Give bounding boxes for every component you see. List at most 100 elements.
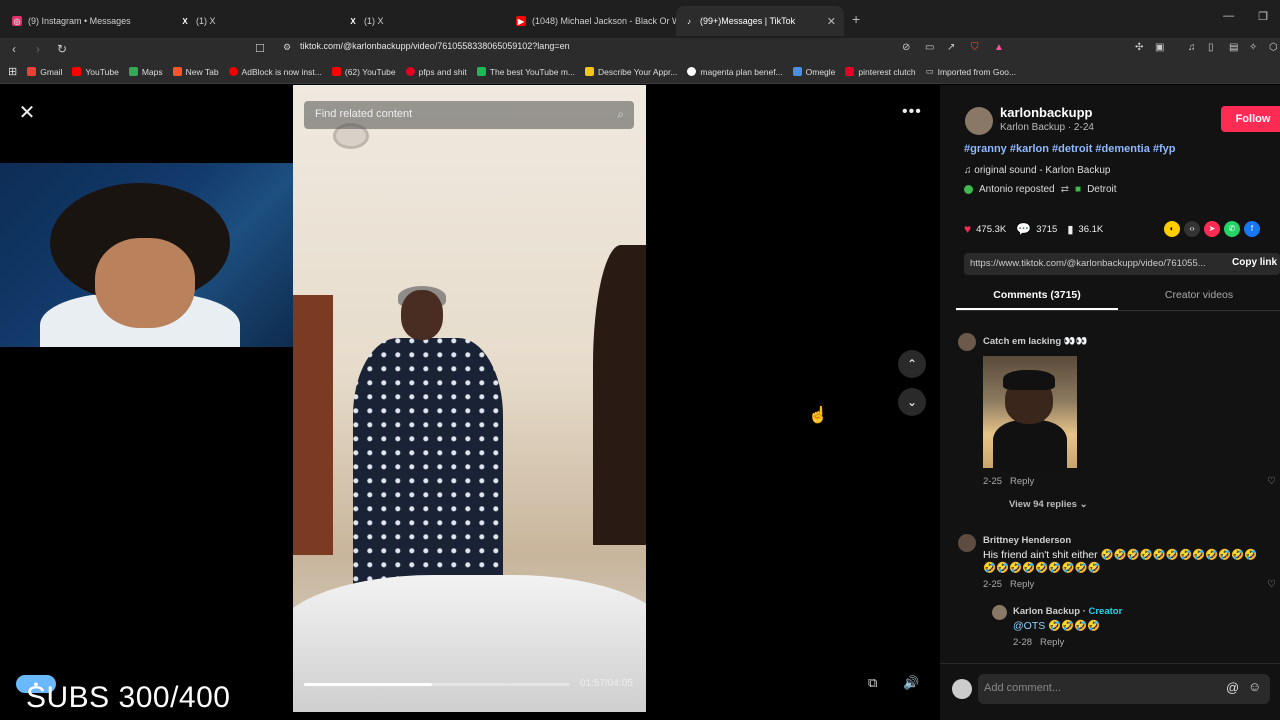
bookmark-icon[interactable]: ☐ xyxy=(255,42,265,55)
find-related-search[interactable]: Find related content ⌕ xyxy=(304,101,634,129)
install-icon[interactable]: ▭ xyxy=(925,42,934,53)
bookmark-label: pfps and shit xyxy=(418,66,467,77)
bookmark-folder-imported[interactable]: ▭ Imported from Goo... xyxy=(926,66,1016,77)
user-avatar xyxy=(952,679,972,699)
bookmark-label: pinterest clutch xyxy=(858,66,916,77)
brave-icon xyxy=(172,67,182,76)
minimize-icon[interactable]: — xyxy=(1223,10,1234,23)
tab-creator-videos[interactable]: Creator videos xyxy=(1118,285,1280,310)
extension-icon[interactable]: ⊘ xyxy=(902,42,910,53)
bookmark-pfps[interactable]: pfps and shit xyxy=(405,66,467,77)
webcam-overlay xyxy=(0,163,326,347)
commenter-avatar[interactable] xyxy=(958,534,976,552)
browser-tab-active[interactable]: ♪ (99+)Messages | TikTok ✕ xyxy=(676,6,844,36)
bookmark-youtube-62[interactable]: (62) YouTube xyxy=(331,67,396,77)
reply-text: @OTS 🤣🤣🤣🤣 xyxy=(1013,620,1101,632)
comment-like-icon[interactable]: ♡ xyxy=(1267,476,1276,487)
save-button[interactable]: ▮ 36.1K xyxy=(1067,223,1103,236)
snapchat-icon[interactable]: ◐ xyxy=(1164,221,1180,237)
commenter-avatar[interactable] xyxy=(992,605,1007,620)
apps-icon[interactable]: ⊞ xyxy=(8,65,17,78)
previous-video-button[interactable]: ⌃ xyxy=(898,350,926,378)
volume-icon[interactable]: 🔊 xyxy=(903,675,919,691)
reload-icon[interactable]: ↻ xyxy=(52,42,72,56)
bookmark-magenta[interactable]: magenta plan benef... xyxy=(687,66,783,77)
picture-in-picture-icon[interactable]: ⧉ xyxy=(868,675,877,691)
follow-button[interactable]: Follow xyxy=(1221,106,1280,132)
bookmark-omegle[interactable]: Omegle xyxy=(792,67,835,77)
gmail-icon xyxy=(27,67,37,76)
bookmark-youtube[interactable]: YouTube xyxy=(72,67,119,77)
maps-icon xyxy=(128,67,138,76)
reply-button[interactable]: Reply xyxy=(1010,476,1034,487)
commenter-name[interactable]: Catch em lacking 👀👀 xyxy=(983,336,1087,347)
bookmark-maps[interactable]: Maps xyxy=(128,66,163,77)
address-bar: ‹ › ↻ ☐ ⚙ tiktok.com/@karlonbackupp/vide… xyxy=(0,38,1280,60)
bookmark-describe[interactable]: Describe Your Appr... xyxy=(585,67,677,77)
maximize-icon[interactable]: ❐ xyxy=(1258,10,1268,23)
share-icon[interactable]: ↗ xyxy=(947,42,955,53)
bookmark-label: Maps xyxy=(141,66,163,77)
close-tab-icon[interactable]: ✕ xyxy=(827,15,836,28)
reply-author-name[interactable]: Karlon Backup · Creator xyxy=(1013,606,1122,617)
brave-rewards-icon[interactable]: ▲ xyxy=(994,42,1004,53)
bookmark-gmail[interactable]: Gmail xyxy=(27,67,62,77)
creator-username[interactable]: karlonbackupp xyxy=(1000,105,1092,120)
next-video-button[interactable]: ⌄ xyxy=(898,388,926,416)
send-icon[interactable]: ➤ xyxy=(1204,221,1220,237)
brave-shield-icon[interactable]: ⛉ xyxy=(971,42,979,53)
comment-image[interactable] xyxy=(983,356,1077,470)
url-field[interactable]: tiktok.com/@karlonbackupp/video/76105583… xyxy=(300,41,570,51)
copy-link-button[interactable]: Copy link xyxy=(1232,257,1277,268)
embed-icon[interactable]: ‹› xyxy=(1184,221,1200,237)
creator-avatar[interactable] xyxy=(965,107,993,135)
sidebar-icon[interactable]: ▣ xyxy=(1155,42,1164,53)
tab-comments[interactable]: Comments (3715) xyxy=(956,285,1118,310)
video-player[interactable] xyxy=(293,85,646,712)
hand-cursor-icon: ☝ xyxy=(808,407,828,424)
browser-tab[interactable]: X (1) X xyxy=(172,6,340,36)
bookmark-label: magenta plan benef... xyxy=(700,66,783,77)
location-text[interactable]: Detroit xyxy=(1087,184,1116,195)
hashtags[interactable]: #granny #karlon #detroit #dementia #fyp xyxy=(964,143,1176,155)
extensions-icon[interactable]: ✣ xyxy=(1135,42,1143,53)
reader-icon[interactable]: ▯ xyxy=(1208,42,1214,53)
commenter-name[interactable]: Brittney Henderson xyxy=(983,535,1071,546)
bookmark-adblock[interactable]: AdBlock is now inst... xyxy=(228,67,322,77)
new-tab-button[interactable]: + xyxy=(852,11,860,27)
search-icon[interactable]: ⌕ xyxy=(617,107,624,122)
music-app-icon xyxy=(476,67,486,76)
view-replies-button[interactable]: View 94 replies ⌄ xyxy=(1009,499,1088,510)
emoji-icon[interactable]: ☺ xyxy=(1248,679,1261,694)
bookmark-pinterest[interactable]: pinterest clutch xyxy=(845,66,916,77)
repost-text[interactable]: Antonio reposted xyxy=(979,184,1055,195)
bookmark-new-tab[interactable]: New Tab xyxy=(172,67,219,77)
comment-like-icon[interactable]: ♡ xyxy=(1267,579,1276,590)
browser-tab[interactable]: X (1) X xyxy=(340,6,508,36)
reply-button[interactable]: Reply xyxy=(1040,637,1064,648)
more-options-icon[interactable]: ••• xyxy=(902,103,922,121)
like-button[interactable]: ♥ 475.3K xyxy=(964,222,1006,236)
sound-link[interactable]: ♫ original sound - Karlon Backup xyxy=(964,165,1110,176)
wallet-icon[interactable]: ▤ xyxy=(1229,42,1238,53)
tab-label: (1) X xyxy=(196,16,216,26)
heart-icon: ♥ xyxy=(964,222,972,236)
reply-button[interactable]: Reply xyxy=(1010,579,1034,590)
comment-date: 2-28 xyxy=(1013,637,1033,648)
browser-tab[interactable]: ▶ (1048) Michael Jackson - Black Or Wh xyxy=(508,6,676,36)
facebook-icon[interactable]: f xyxy=(1244,221,1260,237)
back-icon[interactable]: ‹ xyxy=(4,42,24,56)
music-icon[interactable]: ♫ xyxy=(1188,42,1196,53)
ai-icon[interactable]: ✧ xyxy=(1249,42,1257,53)
bookmark-youtube-music[interactable]: The best YouTube m... xyxy=(476,67,575,77)
menu-icon[interactable]: ⬡ xyxy=(1269,42,1278,53)
browser-tab[interactable]: ◎ (9) Instagram • Messages xyxy=(4,6,172,36)
mention-icon[interactable]: @ xyxy=(1226,680,1239,695)
site-info-icon[interactable]: ⚙ xyxy=(283,42,291,53)
whatsapp-icon[interactable]: ✆ xyxy=(1224,221,1240,237)
video-progress-bar[interactable] xyxy=(304,683,570,686)
close-icon[interactable]: ✕ xyxy=(16,103,38,125)
comment-button[interactable]: 💬 3715 xyxy=(1016,222,1057,236)
commenter-avatar[interactable] xyxy=(958,333,976,351)
forward-icon[interactable]: › xyxy=(28,42,48,56)
